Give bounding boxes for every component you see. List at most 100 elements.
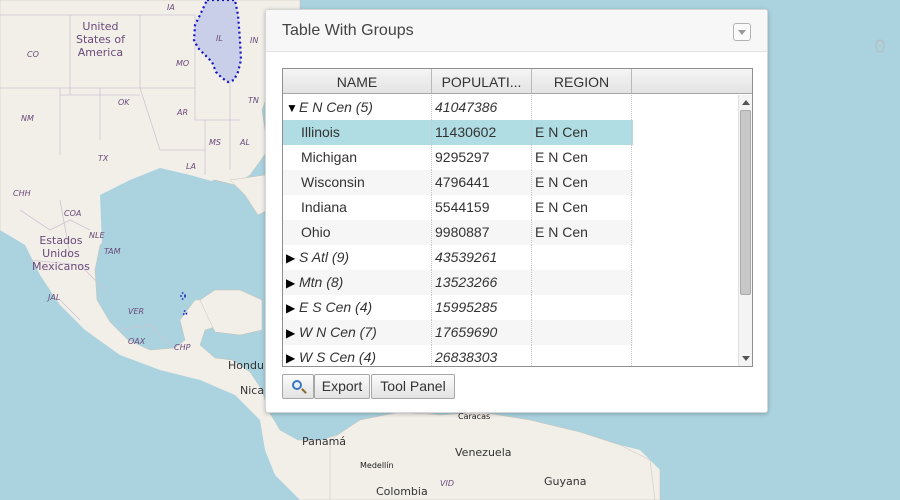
map-label-jal: JAL (48, 293, 61, 302)
cell-population: 9980887 (432, 220, 532, 245)
map-label-chh: CHH (13, 189, 31, 198)
table-panel: Table With Groups NAME POPULATI... REGIO… (265, 9, 768, 413)
map-label-chp: CHP (174, 343, 191, 352)
map-label-mo: MO (176, 59, 190, 68)
map-label-tn: TN (248, 96, 259, 105)
cell-population: 17659690 (432, 320, 532, 345)
map-label-panama: Panamá (302, 435, 347, 448)
cell-population: 4796441 (432, 170, 532, 195)
cell-name-text: Illinois (301, 124, 340, 140)
cell-name-text: S Atl (9) (299, 249, 350, 265)
cell-population: 41047386 (432, 95, 532, 120)
cell-region (532, 245, 632, 270)
cell-region: E N Cen (532, 145, 632, 170)
cell-name: Michigan (283, 145, 432, 170)
collapse-button[interactable] (733, 23, 751, 41)
cell-population: 11430602 (432, 120, 532, 145)
cell-name: ▶ E S Cen (4) (283, 295, 432, 320)
map-label-nicaragua: Nica (240, 384, 265, 397)
group-row[interactable]: ▶ W S Cen (4) 26838303 (283, 345, 633, 366)
map-label-al: AL (240, 138, 250, 147)
collapsed-triangle-icon[interactable]: ▶ (286, 271, 299, 295)
map-label-colombia: Colombia (376, 485, 428, 498)
scrollbar-thumb[interactable] (740, 110, 751, 295)
group-row[interactable]: ▶ Mtn (8) 13523266 (283, 270, 633, 295)
group-row[interactable]: ▼E N Cen (5) 41047386 (283, 95, 633, 120)
cell-name: ▼E N Cen (5) (283, 95, 432, 120)
map-label-vid: VID (440, 479, 454, 488)
cell-name: ▶ S Atl (9) (283, 245, 432, 270)
cell-region (532, 320, 632, 345)
map-label-tx: TX (98, 154, 109, 163)
vertical-scrollbar[interactable] (738, 95, 752, 366)
cell-name: ▶ Mtn (8) (283, 270, 432, 295)
table-row[interactable]: Ohio 9980887 E N Cen (283, 220, 633, 245)
grid-body: ▼E N Cen (5) 41047386 Illinois 11430602 E N … (283, 95, 738, 366)
cell-region: E N Cen (532, 195, 632, 220)
cell-region: E N Cen (532, 220, 632, 245)
tool-panel-button[interactable]: Tool Panel (371, 374, 455, 399)
chevron-down-icon (738, 30, 746, 35)
map-label-ok: OK (118, 98, 130, 107)
map-label-il: IL (216, 34, 223, 43)
map-label-venezuela: Venezuela (455, 446, 512, 459)
map-label-oax: OAX (128, 337, 146, 346)
export-button[interactable]: Export (314, 374, 370, 399)
map-label-nm: NM (21, 114, 34, 123)
map-label-ms: MS (209, 138, 221, 147)
map-label-ar: AR (177, 108, 189, 117)
cell-population: 26838303 (432, 345, 532, 366)
cell-name-text: W S Cen (4) (299, 349, 377, 365)
map-label-medellin: Medellín (360, 461, 394, 470)
group-row[interactable]: ▶ W N Cen (7) 17659690 (283, 320, 633, 345)
table-row[interactable]: Illinois 11430602 E N Cen (283, 120, 633, 145)
column-header-name[interactable]: NAME (283, 69, 432, 93)
group-row[interactable]: ▶ S Atl (9) 43539261 (283, 245, 633, 270)
scroll-up-arrow-icon[interactable] (742, 100, 750, 105)
collapsed-triangle-icon[interactable]: ▶ (286, 346, 299, 366)
cell-name-text: W N Cen (7) (299, 324, 377, 340)
cell-name-text: Mtn (8) (299, 274, 344, 290)
cell-population: 5544159 (432, 195, 532, 220)
map-label-mexico: Estados Unidos Mexicanos (32, 234, 90, 273)
table-row[interactable]: Wisconsin 4796441 E N Cen (283, 170, 633, 195)
map-label-coa: COA (64, 209, 82, 218)
column-header-population[interactable]: POPULATI... (432, 69, 532, 93)
cell-name-text: E S Cen (4) (299, 299, 373, 315)
collapsed-triangle-icon[interactable]: ▶ (286, 246, 299, 270)
cell-name: Ohio (283, 220, 432, 245)
magnifier-icon (292, 380, 302, 390)
column-header-region[interactable]: REGION (532, 69, 632, 93)
collapsed-triangle-icon[interactable]: ▶ (286, 321, 299, 345)
cell-region (532, 295, 632, 320)
map-label-caracas: Caracas (458, 412, 491, 421)
map-label-in: IN (250, 36, 259, 45)
map-label-la: LA (186, 162, 196, 171)
cell-region (532, 95, 632, 120)
cell-population: 43539261 (432, 245, 532, 270)
cell-region: E N Cen (532, 120, 632, 145)
cell-population: 15995285 (432, 295, 532, 320)
table-row[interactable]: Michigan 9295297 E N Cen (283, 145, 633, 170)
table-row[interactable]: Indiana 5544159 E N Cen (283, 195, 633, 220)
group-row[interactable]: ▶ E S Cen (4) 15995285 (283, 295, 633, 320)
cell-population: 9295297 (432, 145, 532, 170)
collapsed-triangle-icon[interactable]: ▶ (286, 296, 299, 320)
expanded-triangle-icon[interactable]: ▼ (286, 96, 299, 120)
scroll-down-arrow-icon[interactable] (742, 356, 750, 361)
map-label-ia: IA (167, 3, 175, 12)
map-label-honduras: Hondu (228, 359, 264, 372)
search-button[interactable] (282, 374, 314, 399)
cell-region (532, 345, 632, 366)
cell-name-text: Wisconsin (301, 174, 365, 190)
grid-header: NAME POPULATI... REGION (283, 69, 752, 94)
cell-name-text: Michigan (301, 149, 358, 165)
map-label-nle: NLE (89, 231, 105, 240)
panel-title: Table With Groups (282, 22, 414, 39)
cell-region: E N Cen (532, 170, 632, 195)
panel-header: Table With Groups (266, 10, 767, 52)
cell-name: ▶ W N Cen (7) (283, 320, 432, 345)
map-label-co: CO (27, 50, 39, 59)
column-header-filler (632, 69, 752, 93)
map-label-ver: VER (128, 307, 145, 316)
